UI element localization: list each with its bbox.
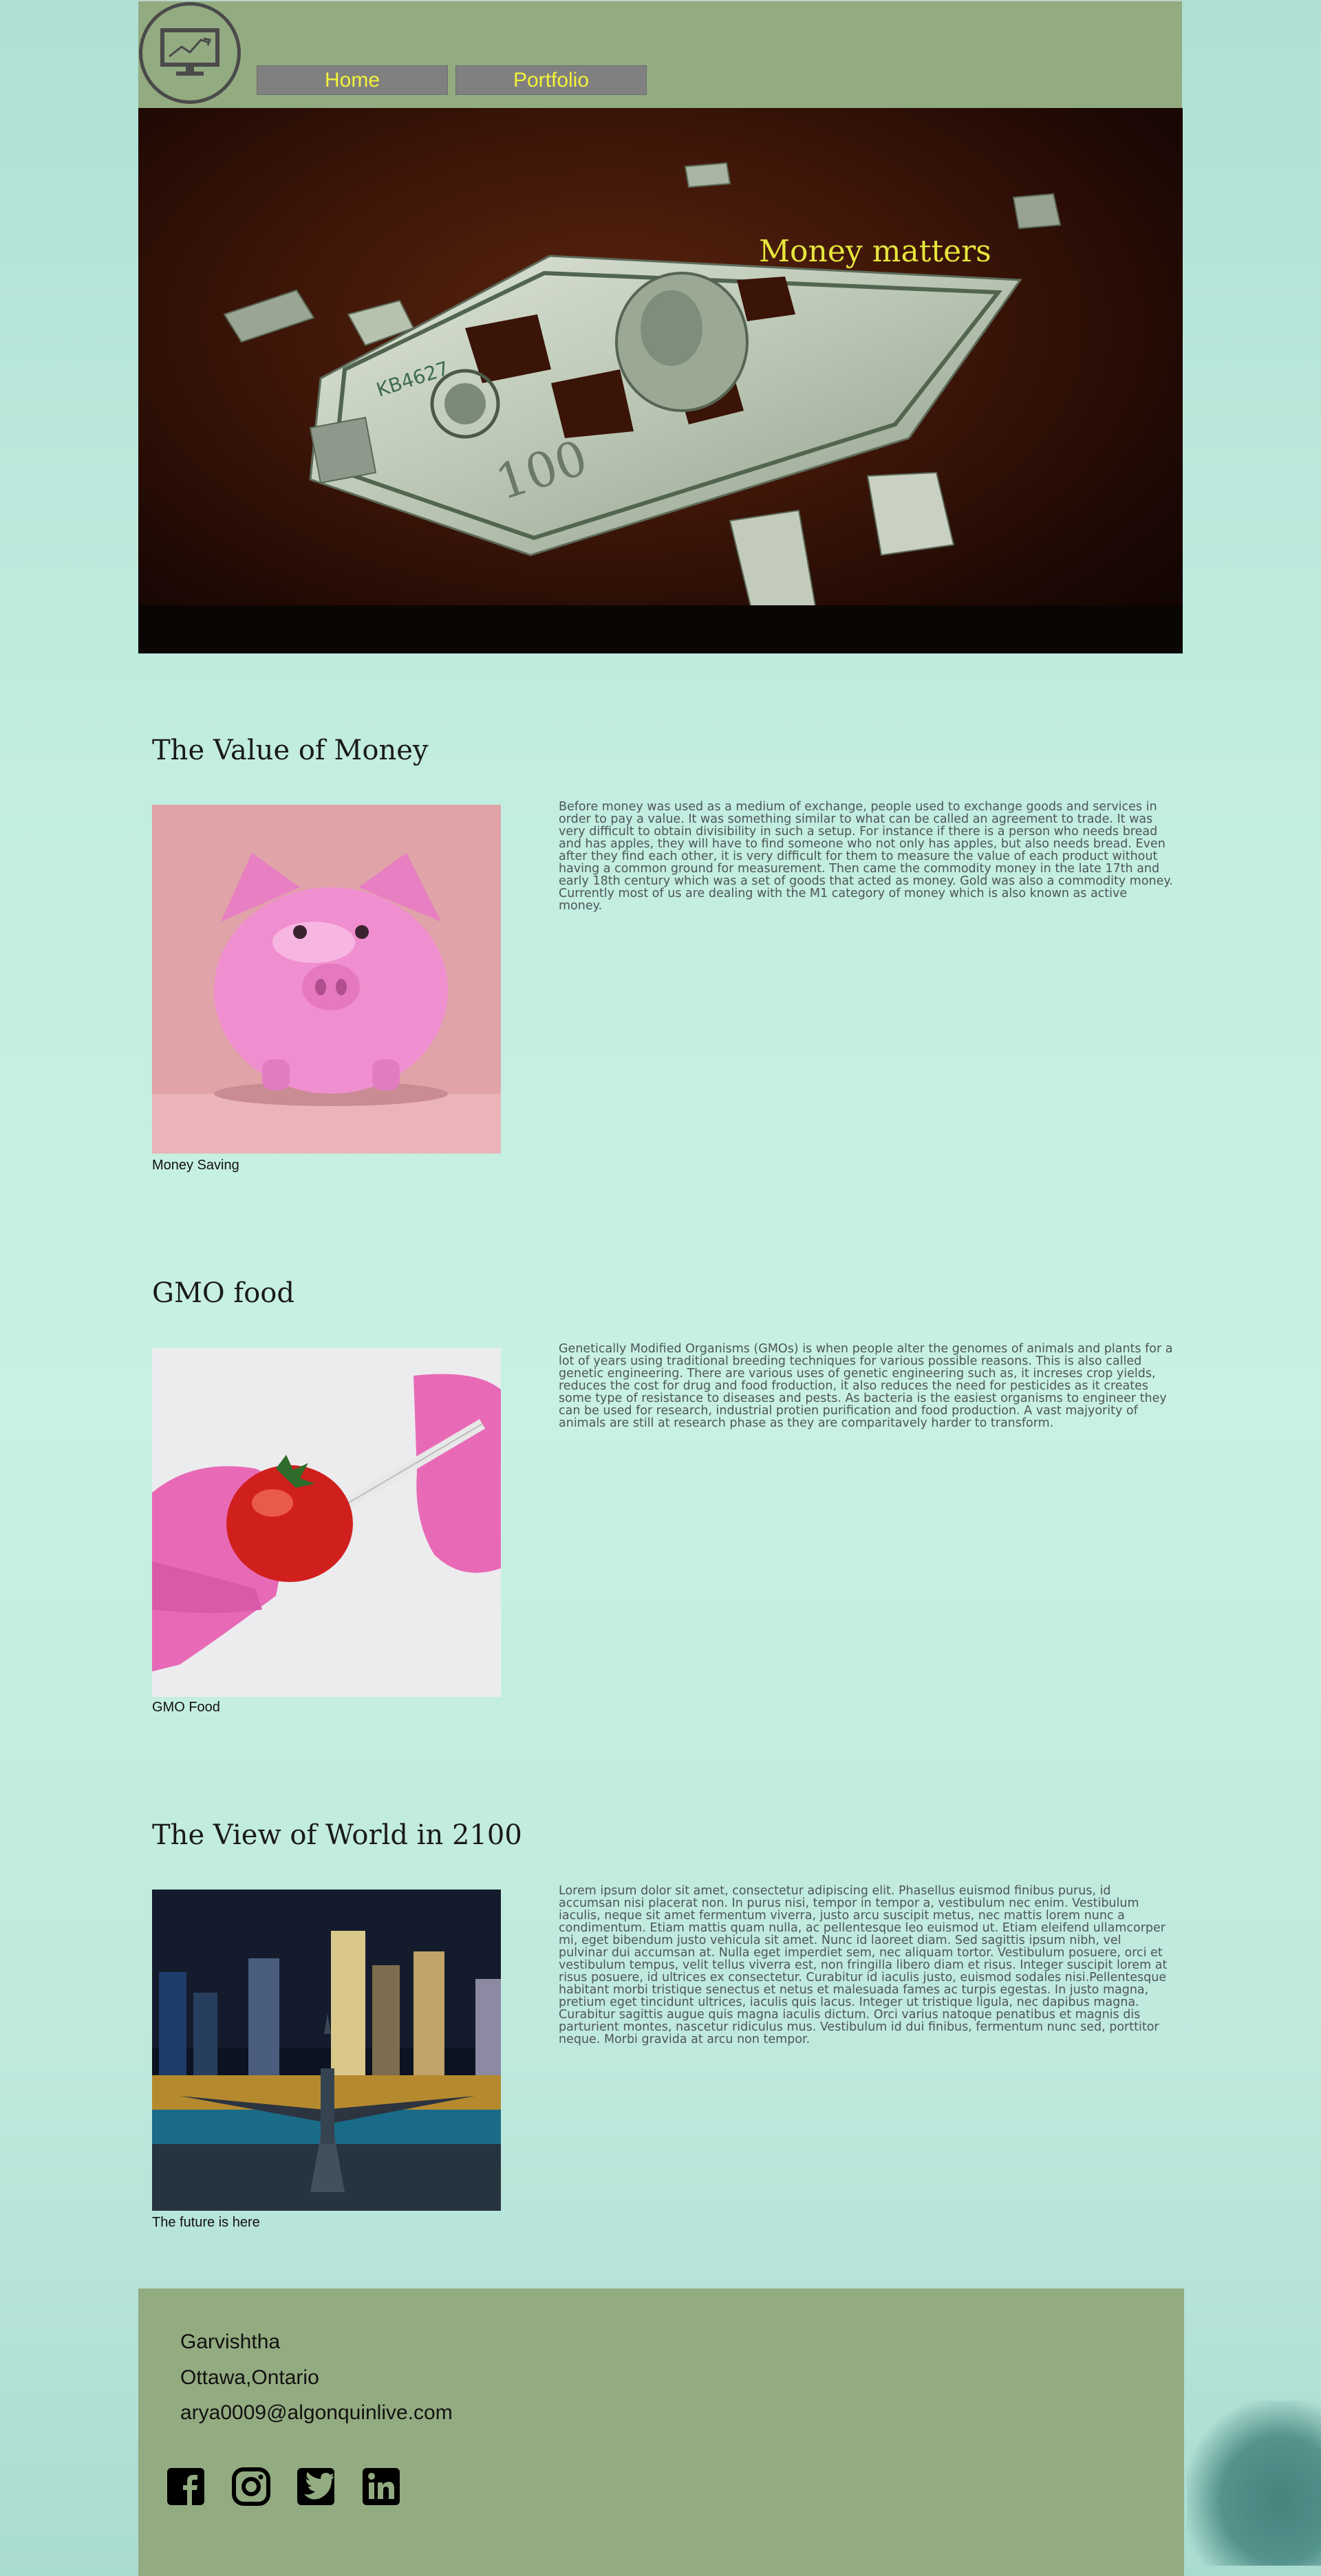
section-title: GMO food [152,1277,294,1309]
site-header: Home Portfolio [138,0,1182,109]
section-body-text: Lorem ipsum dolor sit amet, consectetur … [559,1884,1168,2046]
instagram-icon[interactable] [231,2467,271,2507]
linkedin-icon[interactable] [361,2467,401,2507]
monitor-chart-icon[interactable] [139,2,241,104]
site-footer [138,2288,1184,2576]
footer-name: Garvishtha [180,2330,281,2353]
section-body-text: Genetically Modified Organisms (GMOs) is… [559,1342,1173,1430]
money-puzzle-image: 100 KB4627 [223,162,1062,622]
page: Home Portfolio 100 KB4627 Money matters … [138,0,1184,2576]
section-title: The Value of Money [152,735,429,766]
section-title: The View of World in 2100 [152,1819,522,1851]
image-caption: GMO Food [152,1700,220,1715]
piggy-bank-image [152,805,501,1154]
background-shadow [1187,2401,1321,2566]
future-city-image [152,1890,501,2211]
image-caption: The future is here [152,2215,260,2230]
nav-home-button[interactable]: Home [257,65,448,95]
facebook-icon[interactable] [166,2467,206,2507]
hero-banner: 100 KB4627 Money matters [138,108,1183,653]
footer-email[interactable]: arya0009@algonquinlive.com [180,2401,453,2425]
footer-location: Ottawa,Ontario [180,2366,319,2389]
hero-title: Money matters [759,234,991,269]
nav-portfolio-button[interactable]: Portfolio [455,65,647,95]
gmo-tomato-image [152,1348,501,1697]
image-caption: Money Saving [152,1158,239,1173]
hero-bottom-band [138,605,1183,653]
twitter-icon[interactable] [296,2467,336,2507]
section-body-text: Before money was used as a medium of exc… [559,800,1173,913]
